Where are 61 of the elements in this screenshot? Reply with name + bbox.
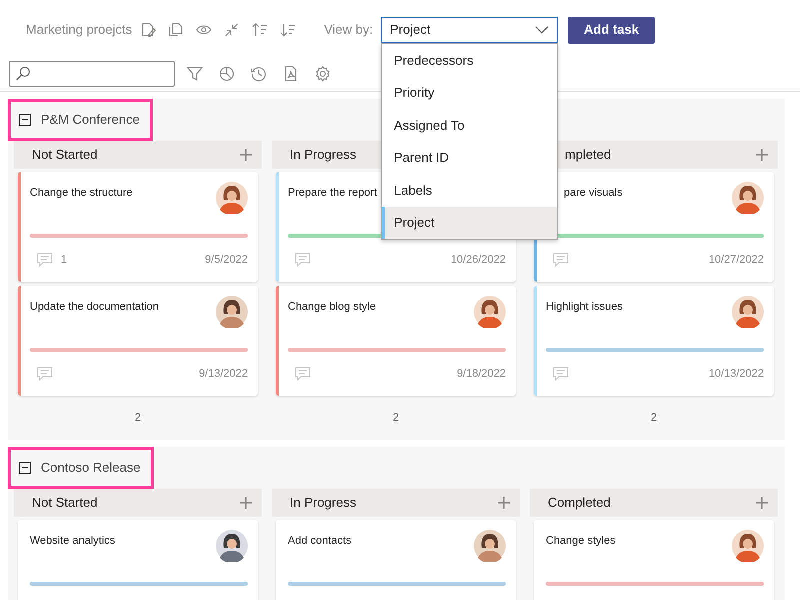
card-title: Add contacts <box>288 534 352 548</box>
group-header[interactable]: Contoso Release <box>8 447 154 488</box>
due-date: 9/5/2022 <box>205 252 248 268</box>
column-header: In Progress <box>272 488 520 516</box>
dropdown-option[interactable]: Assigned To <box>382 109 558 142</box>
card-title: Change styles <box>546 534 616 548</box>
history-icon[interactable] <box>251 66 267 82</box>
filter-icon[interactable] <box>187 66 203 82</box>
card-title: Update the documentation <box>30 300 160 314</box>
sort-ascending-icon[interactable] <box>252 22 268 38</box>
pie-chart-icon[interactable] <box>219 66 235 82</box>
task-card[interactable]: Change styles <box>534 520 774 600</box>
add-icon[interactable] <box>240 496 252 508</box>
task-card[interactable]: Highlight issues 10/13/2022 <box>534 286 774 396</box>
column-header: Not Started <box>14 488 262 516</box>
add-icon[interactable] <box>756 148 768 160</box>
search-icon <box>15 66 31 82</box>
chevron-icon <box>535 26 550 34</box>
column-header: Completed <box>530 488 778 516</box>
due-date: 10/27/2022 <box>708 252 764 268</box>
add-task-button[interactable]: Add task <box>568 16 656 44</box>
search-field[interactable] <box>9 60 175 86</box>
due-date: 10/13/2022 <box>708 366 764 382</box>
task-card[interactable]: Change blog style 9/18/2022 <box>276 286 516 396</box>
card-title: pare visuals <box>563 186 623 200</box>
card-title: Prepare the report <box>288 186 378 200</box>
due-date: 9/18/2022 <box>457 366 506 382</box>
collapse-icon[interactable] <box>224 22 240 38</box>
card-title: Highlight issues <box>546 300 624 314</box>
card-title: Change the structure <box>30 186 133 200</box>
task-card[interactable]: Update the documentation 9/13/2022 <box>18 286 258 396</box>
dropdown-option[interactable]: Predecessors <box>382 44 558 76</box>
view-by-label: View by: <box>324 21 374 40</box>
pdf-icon[interactable] <box>283 66 299 82</box>
edit-icon[interactable] <box>140 22 156 38</box>
task-card[interactable]: Website analytics <box>18 520 258 600</box>
task-card[interactable]: Add contacts <box>276 520 516 600</box>
due-date: 10/26/2022 <box>450 252 506 268</box>
board-title: Marketing proejcts <box>26 21 132 40</box>
card-title: Change blog style <box>288 300 376 314</box>
column-header: Not Started <box>14 140 262 168</box>
task-card[interactable]: pare visuals 10/27/2022 <box>534 172 774 282</box>
comment-count: 1 <box>61 252 68 268</box>
sort-descending-icon[interactable] <box>280 22 296 38</box>
copy-icon[interactable] <box>168 22 184 38</box>
card-count: 2 <box>392 410 400 426</box>
add-icon[interactable] <box>756 496 768 508</box>
dropdown-option[interactable]: Priority <box>382 76 558 109</box>
add-icon[interactable] <box>498 496 510 508</box>
dropdown-option[interactable]: Project <box>382 206 558 239</box>
collapse-toggle-icon[interactable] <box>19 462 31 474</box>
add-icon[interactable] <box>240 148 252 160</box>
due-date: 9/13/2022 <box>199 366 248 382</box>
collapse-toggle-icon[interactable] <box>19 114 31 126</box>
settings-icon[interactable] <box>315 66 331 82</box>
card-count: 2 <box>650 410 658 426</box>
view-by-select[interactable]: Project <box>381 17 558 43</box>
card-title: Website analytics <box>30 534 116 548</box>
group-header[interactable]: P&M Conference <box>8 99 153 140</box>
task-card[interactable]: Change the structure 1 9/5/2022 <box>18 172 258 282</box>
card-count: 2 <box>134 410 142 426</box>
